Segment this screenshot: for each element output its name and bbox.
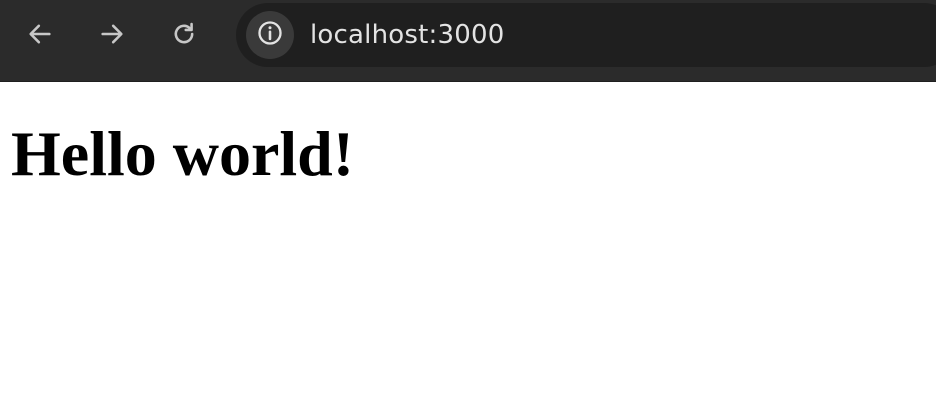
reload-button[interactable] <box>162 12 206 56</box>
forward-button[interactable] <box>90 12 134 56</box>
arrow-right-icon <box>98 20 126 48</box>
page-heading: Hello world! <box>11 118 355 189</box>
browser-toolbar: localhost:3000 <box>0 0 936 82</box>
url-text[interactable]: localhost:3000 <box>310 3 504 67</box>
arrow-left-icon <box>26 20 54 48</box>
page-content: Hello world! <box>0 82 936 416</box>
address-bar[interactable]: localhost:3000 <box>236 3 936 67</box>
site-info-button[interactable] <box>246 11 294 59</box>
info-circle-icon <box>256 19 284 52</box>
back-button[interactable] <box>18 12 62 56</box>
reload-icon <box>170 20 198 48</box>
